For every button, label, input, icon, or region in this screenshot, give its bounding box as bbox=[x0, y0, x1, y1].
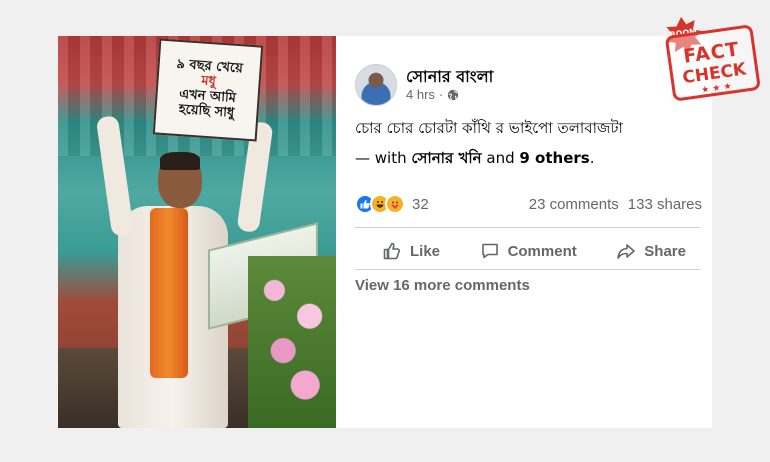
flower-decoration bbox=[248, 256, 336, 428]
engagement-stats: 23 comments 133 shares bbox=[529, 196, 702, 213]
post-photo[interactable]: ৯ বছর খেয়ে মধু এখন আমি হয়েছি সাধু bbox=[58, 36, 336, 428]
placard-line: হয়েছি সাধু bbox=[178, 101, 235, 121]
share-button[interactable]: Share bbox=[616, 241, 686, 261]
like-button[interactable]: Like bbox=[382, 241, 440, 261]
fact-check-stamp: BOOM FACT CHECK ★ ★ ★ bbox=[654, 5, 770, 109]
thumbs-up-icon bbox=[383, 242, 400, 260]
tagged-name[interactable]: সোনার খনি bbox=[411, 149, 481, 167]
post-content: সোনার বাংলা 4 hrs · চোর চোর চোরটা কাঁথি … bbox=[336, 36, 712, 428]
reactions[interactable]: 32 bbox=[355, 194, 429, 214]
globe-icon[interactable] bbox=[447, 89, 459, 101]
view-more-comments-link[interactable]: View 16 more comments bbox=[355, 277, 530, 294]
tagged-line: — with সোনার খনি and 9 others. bbox=[355, 143, 700, 173]
post-meta: 4 hrs · bbox=[406, 87, 459, 102]
reaction-count: 32 bbox=[412, 195, 429, 213]
share-label: Share bbox=[644, 242, 686, 260]
saffron-scarf bbox=[150, 208, 188, 378]
tagged-and: and bbox=[486, 149, 515, 167]
post-time[interactable]: 4 hrs bbox=[406, 87, 435, 102]
comment-button[interactable]: Comment bbox=[480, 241, 577, 261]
post-card: ৯ বছর খেয়ে মধু এখন আমি হয়েছি সাধু সোনা… bbox=[58, 36, 712, 428]
post-text: চোর চোর চোরটা কাঁথি র ভাইপো তলাবাজটা — w… bbox=[355, 113, 700, 173]
shares-count[interactable]: 133 shares bbox=[628, 196, 702, 213]
post-text-line: চোর চোর চোরটা কাঁথি র ভাইপো তলাবাজটা bbox=[355, 119, 623, 137]
comment-label: Comment bbox=[507, 242, 577, 260]
separator: · bbox=[438, 87, 444, 102]
like-label: Like bbox=[410, 242, 441, 260]
avatar[interactable] bbox=[355, 64, 397, 106]
placard: ৯ বছর খেয়ে মধু এখন আমি হয়েছি সাধু bbox=[152, 38, 264, 142]
divider bbox=[355, 269, 700, 270]
tagged-others[interactable]: 9 others bbox=[519, 149, 589, 167]
comments-count[interactable]: 23 comments bbox=[529, 196, 619, 213]
speaker-hair bbox=[160, 152, 200, 170]
comment-bubble-icon bbox=[481, 243, 498, 259]
with-prefix: — with bbox=[355, 149, 407, 167]
divider bbox=[355, 227, 700, 228]
tagged-suffix: . bbox=[589, 149, 595, 167]
action-bar: Like Comment Share bbox=[355, 232, 700, 270]
care-reaction-icon bbox=[385, 194, 405, 214]
share-arrow-icon bbox=[617, 244, 636, 259]
